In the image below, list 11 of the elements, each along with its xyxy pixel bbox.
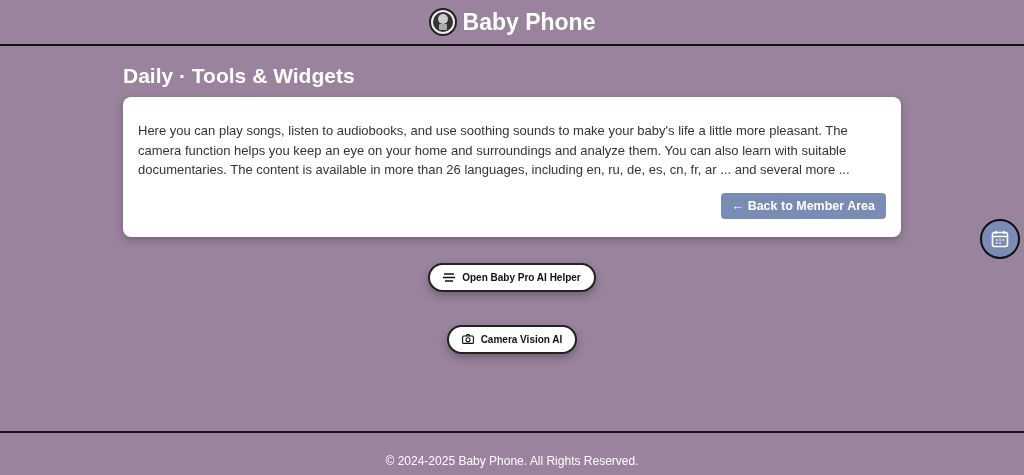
- copyright-text: © 2024-2025 Baby Phone. All Rights Reserved.: [385, 453, 639, 468]
- app-title: Baby Phone: [462, 8, 596, 36]
- baby-logo-icon: [428, 8, 457, 36]
- lines-icon: [443, 272, 456, 282]
- intro-text: Here you can play songs, listen to audiobooks, and use soothing sounds to make your baby's life a little more pleasant. The camera function helps you keep an eye on your home and surroundings and analyze them. You can also learn with suitable documentaries. The content is available in more than 26 languages, including en, ru, de, es, cn, fr, ar ... and several more ...: [138, 122, 851, 179]
- ai-helper-button[interactable]: Open Baby Pro AI Helper: [428, 262, 596, 292]
- camera-vision-button[interactable]: Camera Vision AI: [446, 324, 578, 354]
- calendar-icon: [991, 230, 1009, 248]
- calendar-button[interactable]: [980, 219, 1020, 259]
- page-title: Daily · Tools & Widgets: [123, 64, 356, 88]
- camera-icon: [461, 334, 474, 344]
